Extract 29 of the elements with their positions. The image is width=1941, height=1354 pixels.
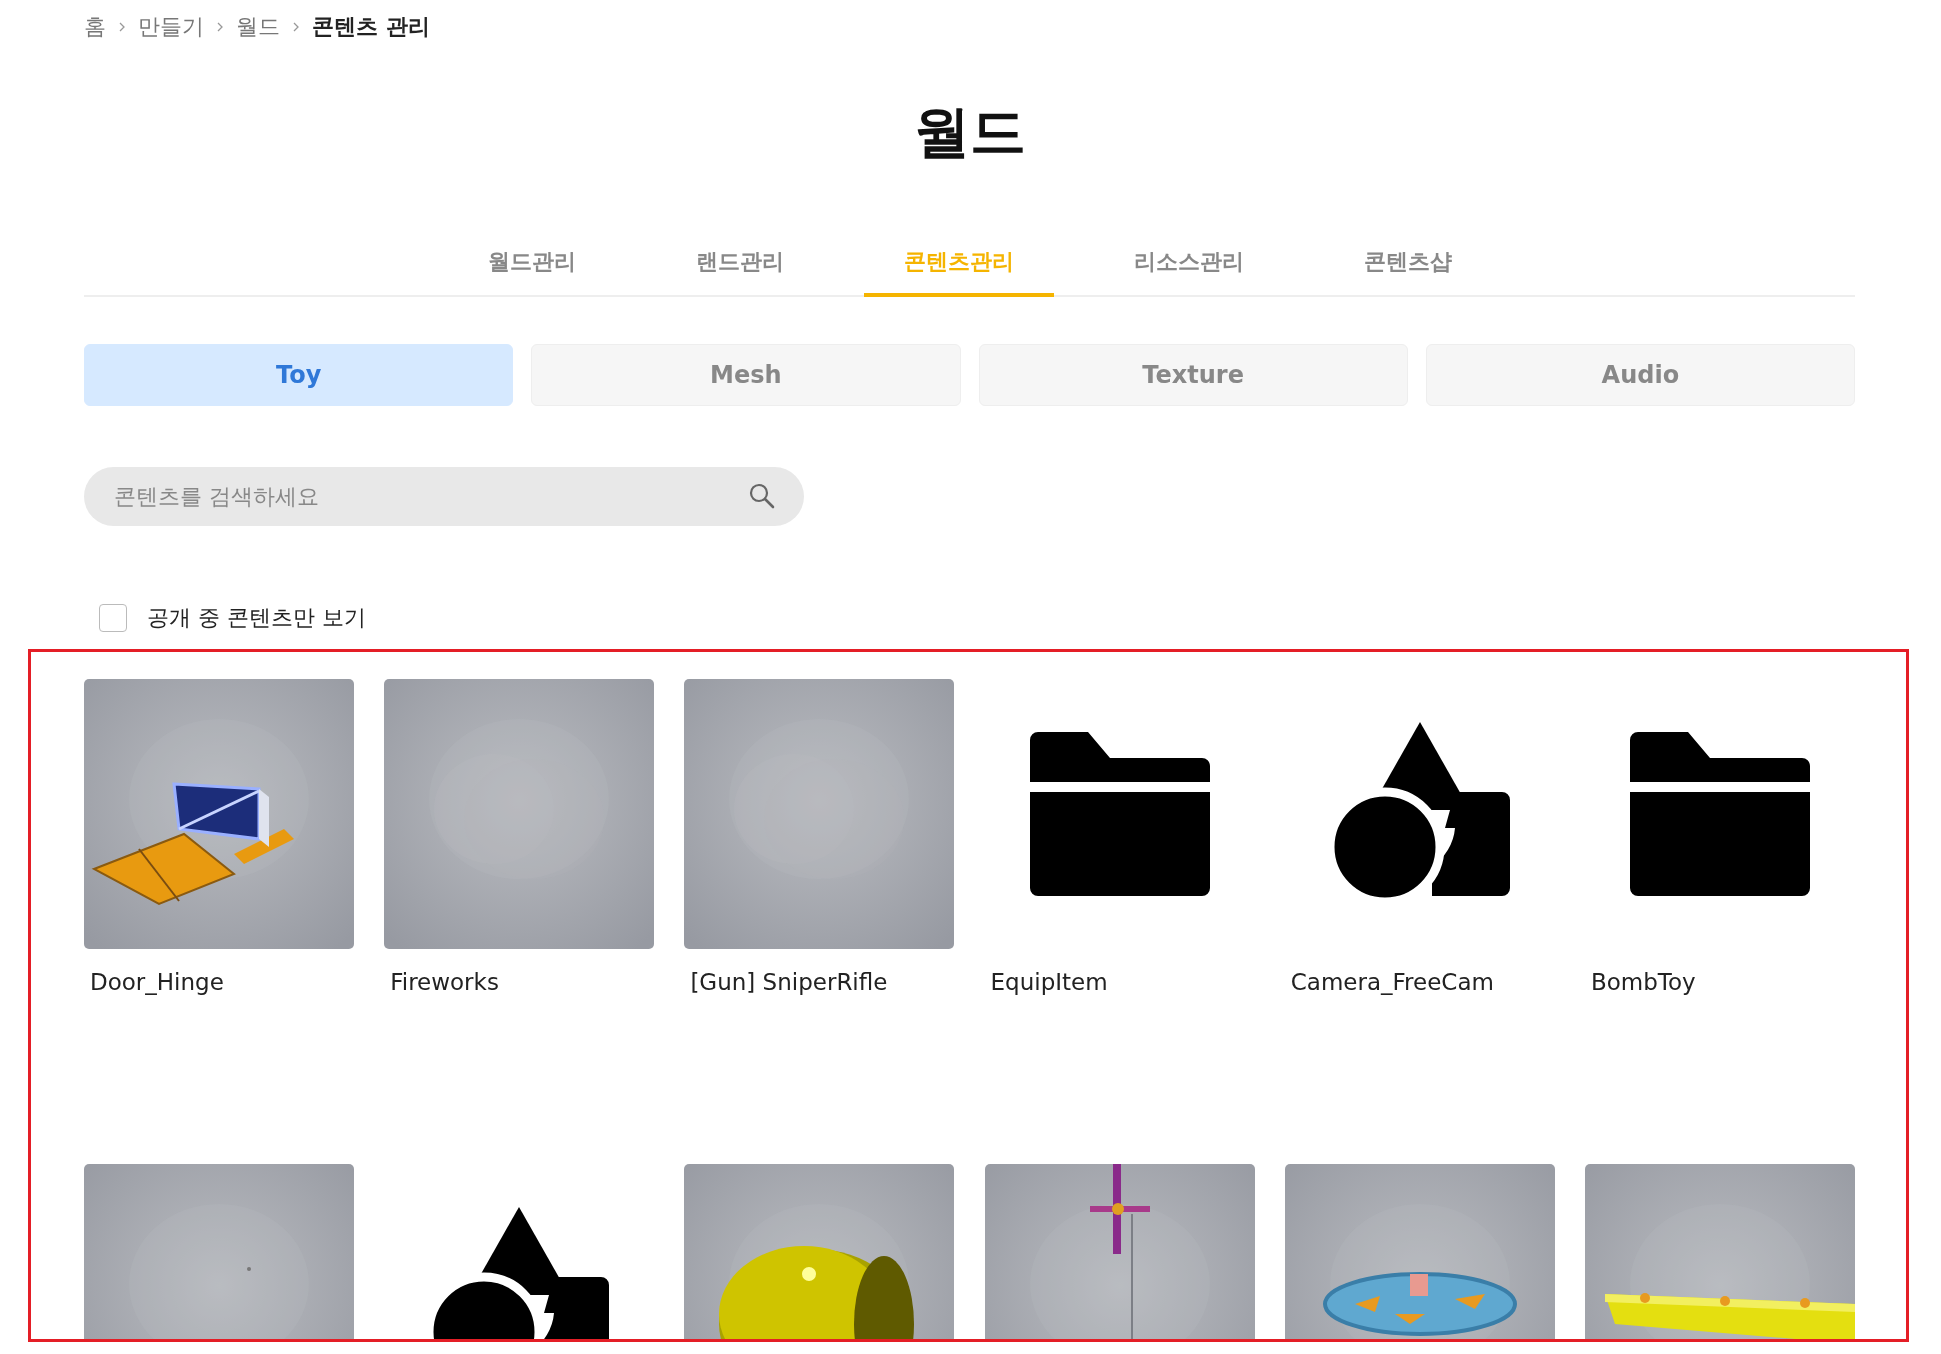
item-name: Camera_FreeCam bbox=[1289, 968, 1495, 997]
page-title: 월드 bbox=[912, 98, 1027, 166]
breadcrumb-link[interactable]: 콘텐츠 관리 bbox=[312, 12, 430, 42]
tab[interactable]: 랜드관리 bbox=[655, 233, 824, 297]
breadcrumb-link[interactable]: 월드 bbox=[236, 12, 280, 42]
folder-icon[interactable] bbox=[1629, 732, 1810, 896]
category-button[interactable]: Toy bbox=[84, 344, 514, 406]
breadcrumb-link[interactable]: 홈 bbox=[84, 12, 106, 42]
item-name: EquipItem bbox=[989, 968, 1109, 997]
tab[interactable]: 콘텐츠샵 bbox=[1323, 233, 1492, 297]
tab[interactable]: 리소스관리 bbox=[1093, 233, 1284, 297]
chevron-icon bbox=[292, 21, 300, 33]
search-icon bbox=[748, 482, 776, 510]
item-name: BombToy bbox=[1589, 968, 1697, 997]
tab[interactable]: 콘텐츠관리 bbox=[863, 233, 1054, 297]
tab[interactable]: 월드관리 bbox=[447, 233, 616, 297]
category-button[interactable]: Audio bbox=[1425, 344, 1855, 406]
chevron-icon bbox=[216, 21, 224, 33]
checkbox-label: 공개 중 콘텐츠만 보기 bbox=[147, 604, 366, 632]
search-field[interactable]: 콘텐츠를 검색하세요 bbox=[84, 467, 804, 526]
chevron-icon bbox=[118, 21, 126, 33]
item-name: Fireworks bbox=[389, 968, 500, 997]
category-button[interactable]: Mesh bbox=[531, 344, 961, 406]
breadcrumb-link[interactable]: 만들기 bbox=[138, 12, 204, 42]
checkbox[interactable] bbox=[99, 604, 127, 632]
folder-icon[interactable] bbox=[1029, 732, 1210, 896]
category-button[interactable]: Texture bbox=[978, 344, 1408, 406]
item-name: Door_Hinge bbox=[89, 968, 225, 997]
item-name: [Gun] SniperRifle bbox=[689, 968, 889, 997]
